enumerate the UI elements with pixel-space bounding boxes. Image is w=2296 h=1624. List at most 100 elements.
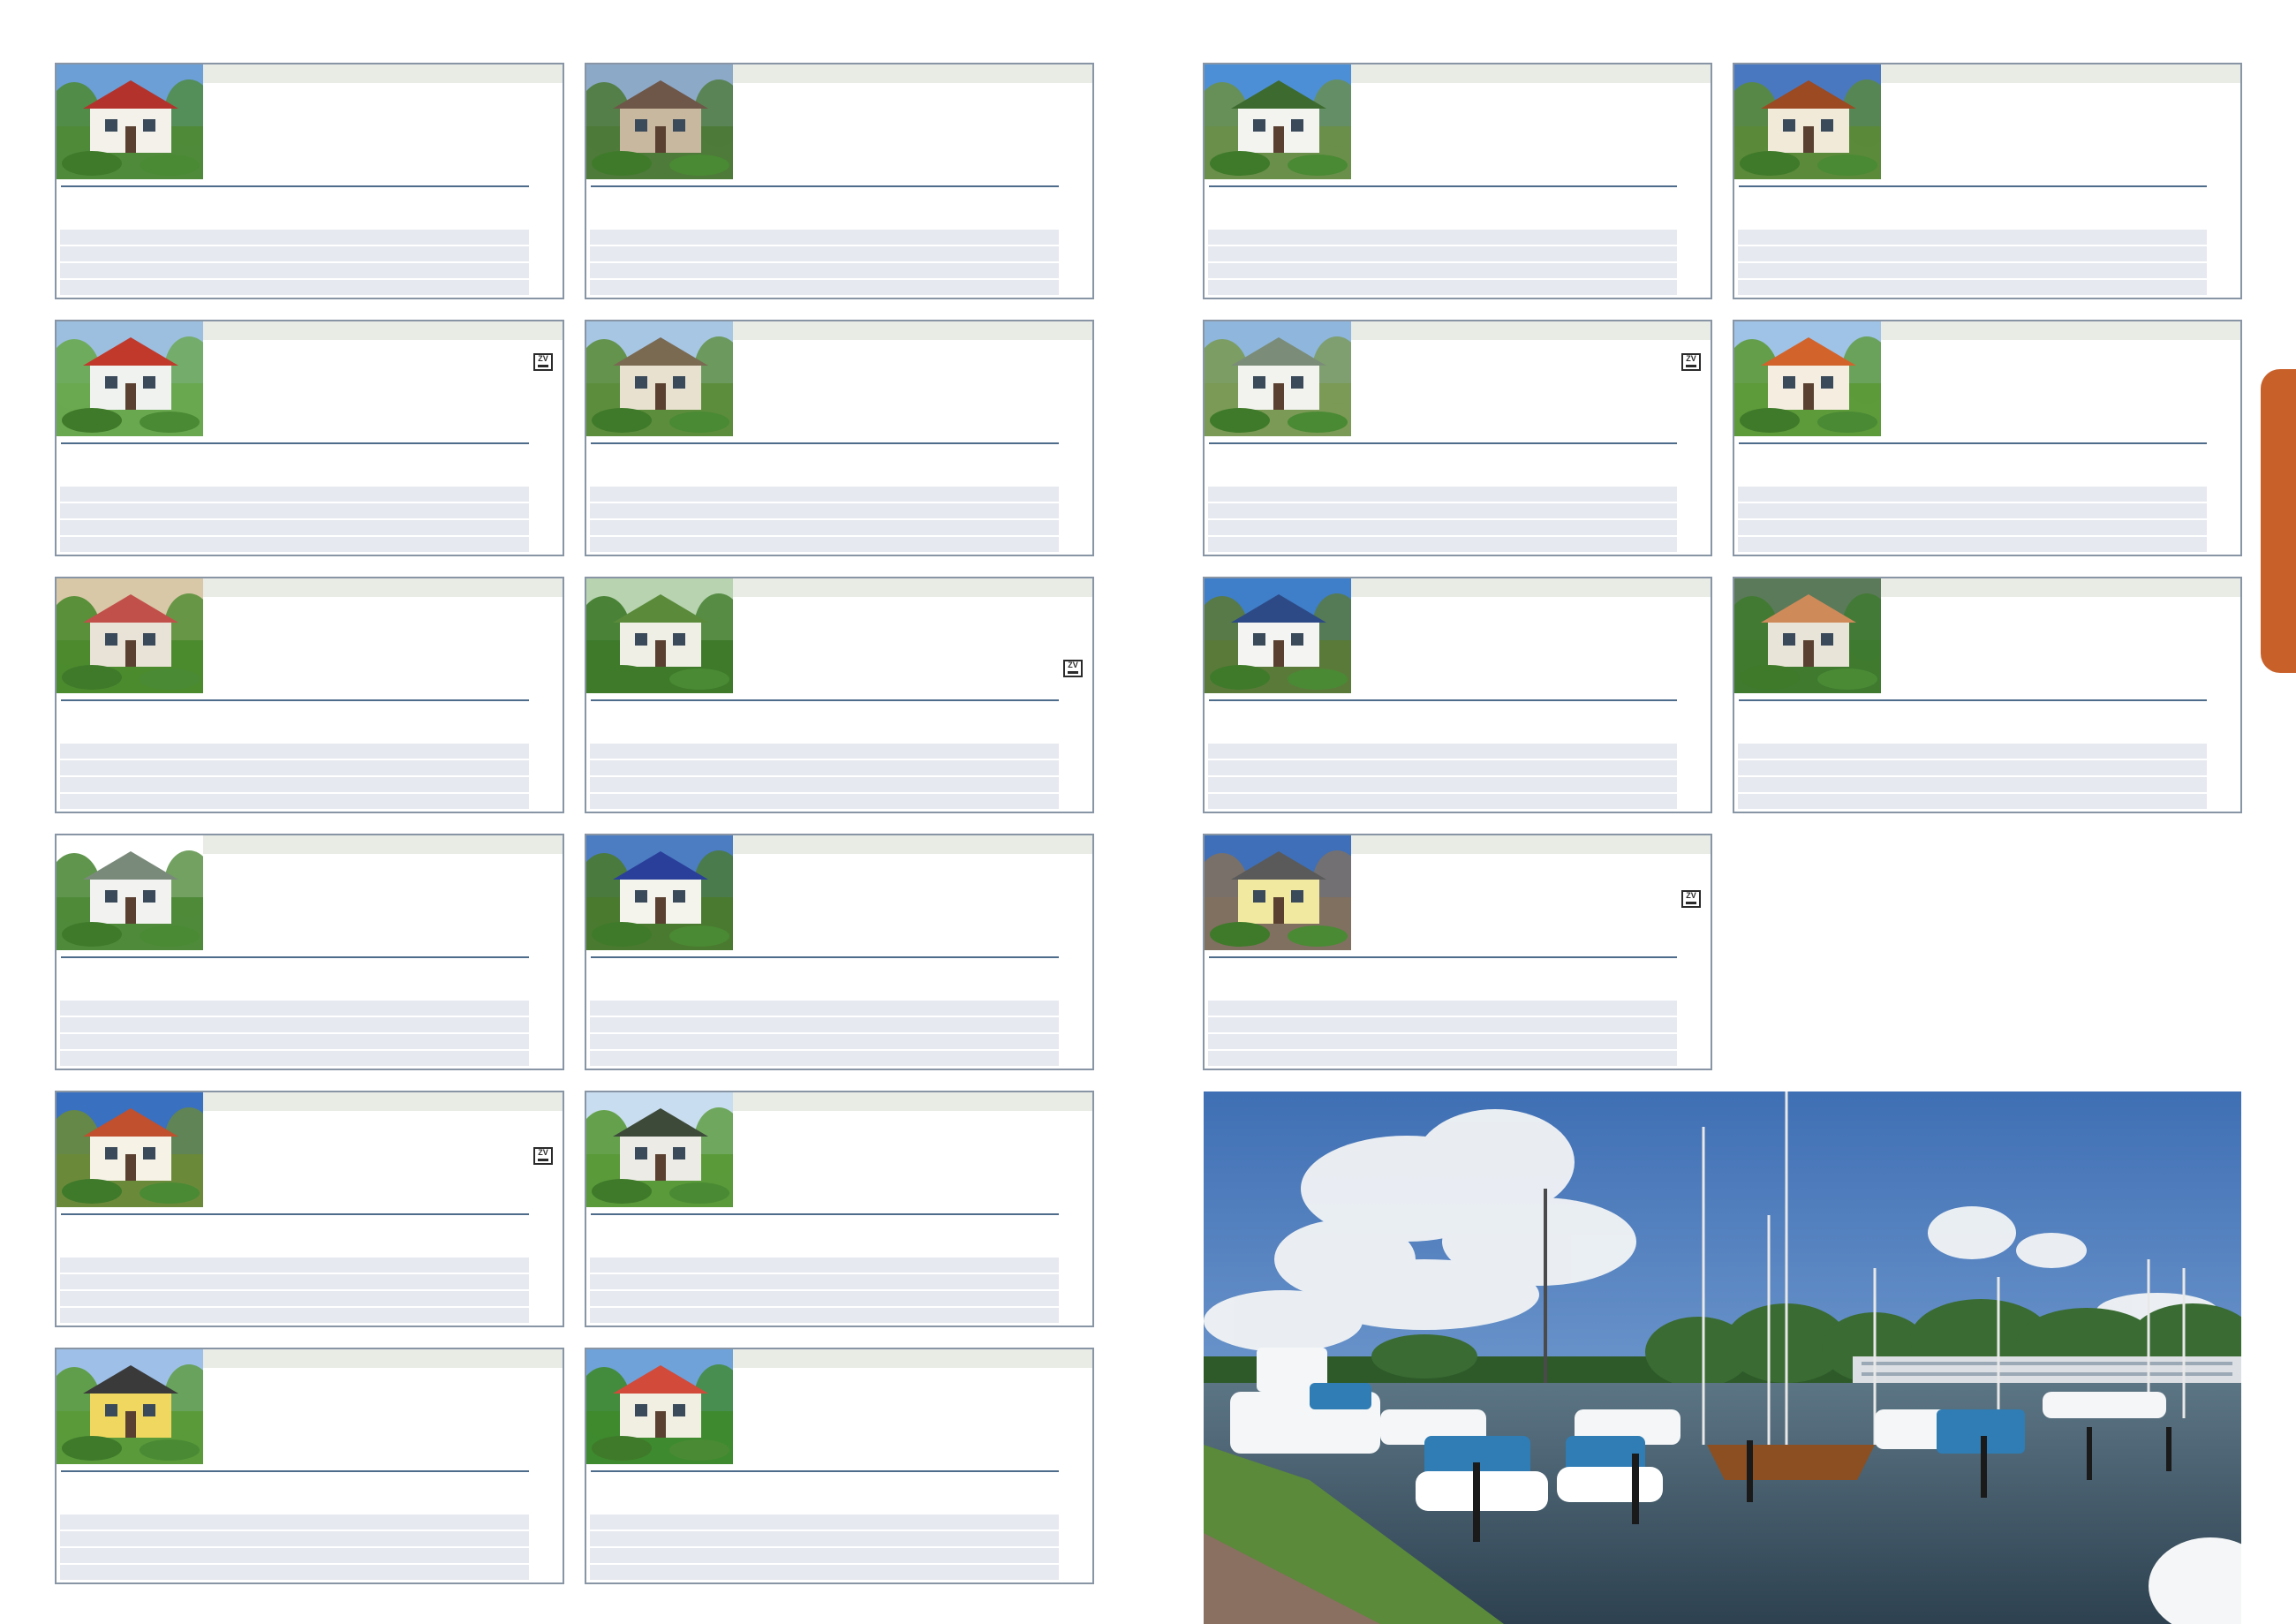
table-row: [590, 1531, 1059, 1548]
table-row: [590, 744, 1059, 760]
table-row: [1738, 537, 2207, 552]
listing-header-band: [203, 1349, 563, 1368]
listing-photo: [57, 1092, 203, 1207]
listing-photo: [1734, 578, 1881, 693]
listing-photo: [57, 321, 203, 436]
listing-photo: [586, 1092, 733, 1207]
listing-divider: [1209, 699, 1677, 701]
table-row: [1208, 1017, 1677, 1034]
listing-header-band: [733, 1092, 1092, 1111]
table-row: [60, 1291, 529, 1308]
table-row: [60, 1514, 529, 1531]
listing-card: [55, 834, 564, 1070]
listing-photo: [1205, 64, 1351, 179]
listing-card: [585, 834, 1094, 1070]
table-row: [590, 1274, 1059, 1291]
listing-header-band: [203, 578, 563, 597]
listing-price-table: [590, 744, 1059, 812]
table-row: [590, 1308, 1059, 1323]
table-row: [590, 1051, 1059, 1066]
table-row: [1738, 744, 2207, 760]
listing-price-table: [590, 230, 1059, 298]
listing-divider: [61, 699, 529, 701]
table-row: [60, 263, 529, 280]
listing-photo: [586, 578, 733, 693]
bungalow-flower-garden-image: [586, 1092, 733, 1207]
table-row: [590, 520, 1059, 537]
red-roof-apartments-image: [1734, 321, 1881, 436]
listing-divider: [61, 442, 529, 444]
house-among-trees-image: [586, 1349, 733, 1464]
table-row: [1208, 1051, 1677, 1066]
listing-card: ZV: [55, 1091, 564, 1327]
listing-photo: [1734, 321, 1881, 436]
listing-divider: [591, 1470, 1059, 1472]
listing-photo: [1205, 578, 1351, 693]
listing-price-table: [1208, 744, 1677, 812]
table-row: [1208, 1034, 1677, 1051]
listing-photo: [57, 64, 203, 179]
table-row: [60, 1001, 529, 1017]
listing-divider: [591, 442, 1059, 444]
listing-divider: [61, 185, 529, 187]
table-row: [1738, 794, 2207, 809]
listing-card: ZV: [585, 577, 1094, 813]
listing-photo: [1205, 835, 1351, 950]
listing-photo: [586, 835, 733, 950]
green-shutter-house-image: [57, 321, 203, 436]
table-row: [590, 777, 1059, 794]
flower-garden-image: [57, 578, 203, 693]
listing-divider: [1209, 185, 1677, 187]
table-row: [1738, 487, 2207, 503]
table-row: [590, 263, 1059, 280]
table-row: [1208, 230, 1677, 246]
table-row: [60, 1258, 529, 1274]
table-row: [1208, 263, 1677, 280]
table-row: [1208, 537, 1677, 552]
listing-card: [1203, 63, 1712, 299]
table-row: [60, 1531, 529, 1548]
brown-roof-apartments-image: [1734, 64, 1881, 179]
yellow-house-image: [57, 1349, 203, 1464]
table-row: [1208, 777, 1677, 794]
zv-badge: ZV: [533, 1147, 553, 1165]
table-row: [60, 1034, 529, 1051]
harbour-photo: [1204, 1091, 2241, 1624]
white-house-palm-image: [1205, 64, 1351, 179]
listing-card: [585, 63, 1094, 299]
listing-divider: [1739, 442, 2207, 444]
table-row: [60, 1565, 529, 1580]
table-row: [60, 280, 529, 295]
listing-price-table: [60, 1514, 529, 1582]
listing-header-band: [203, 835, 563, 854]
listing-photo: [1734, 64, 1881, 179]
listing-header-band: [203, 321, 563, 340]
thatched-cottage-image: [586, 321, 733, 436]
listing-header-band: [733, 1349, 1092, 1368]
listing-card: [1203, 577, 1712, 813]
listing-divider: [61, 956, 529, 958]
listing-price-table: [590, 1514, 1059, 1582]
listing-header-band: [1351, 578, 1711, 597]
listing-photo: [57, 1349, 203, 1464]
listing-photo: [586, 321, 733, 436]
table-row: [590, 503, 1059, 520]
painted-bungalow-image: [1205, 835, 1351, 950]
table-row: [590, 794, 1059, 809]
table-row: [590, 1565, 1059, 1580]
table-row: [1208, 280, 1677, 295]
marina-image: [1204, 1091, 2241, 1624]
listing-price-table: [60, 230, 529, 298]
table-row: [60, 1017, 529, 1034]
listing-divider: [1209, 956, 1677, 958]
listing-header-band: [1881, 321, 2240, 340]
listing-card: [55, 577, 564, 813]
blue-roof-house-image: [586, 835, 733, 950]
listing-divider: [61, 1470, 529, 1472]
table-row: [60, 1548, 529, 1565]
listing-header-band: [733, 64, 1092, 83]
table-row: [590, 246, 1059, 263]
listing-divider: [1739, 699, 2207, 701]
listing-photo: [586, 1349, 733, 1464]
table-row: [60, 744, 529, 760]
